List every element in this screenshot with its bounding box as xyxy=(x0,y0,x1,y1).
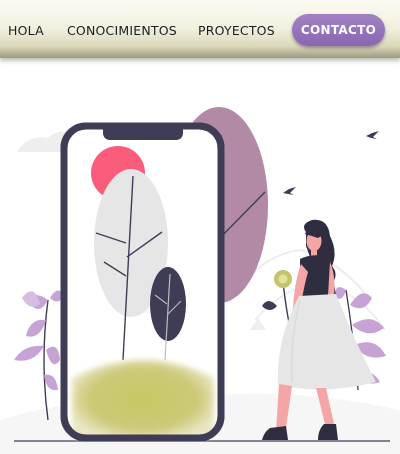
bird-icon xyxy=(283,187,296,195)
left-lilac-plant xyxy=(14,290,64,421)
plant-stem xyxy=(43,299,49,421)
hero-illustration xyxy=(0,107,400,454)
nav-link-hola[interactable]: HOLA xyxy=(8,23,44,39)
leaf-shape xyxy=(350,293,372,309)
hero-section xyxy=(0,58,400,454)
leaf-shape xyxy=(22,291,40,307)
small-tree-shape xyxy=(250,318,266,330)
leaf-shape xyxy=(46,346,60,365)
leaf-shape xyxy=(26,319,46,337)
nav-link-proyectos[interactable]: PROYECTOS xyxy=(198,23,275,39)
nav-link-conocimientos[interactable]: CONOCIMIENTOS xyxy=(67,23,177,39)
leaf-shape xyxy=(14,345,44,361)
leaf-shape xyxy=(44,374,58,391)
flower-center xyxy=(278,274,288,284)
page: HOLA CONOCIMIENTOS PROYECTOS CONTACTO xyxy=(0,0,400,454)
phone-notch-top xyxy=(103,123,183,140)
bird-icon xyxy=(366,131,379,139)
top-navbar: HOLA CONOCIMIENTOS PROYECTOS CONTACTO xyxy=(0,0,400,58)
nav-contact-button[interactable]: CONTACTO xyxy=(292,14,385,46)
phone-ground xyxy=(72,360,214,438)
